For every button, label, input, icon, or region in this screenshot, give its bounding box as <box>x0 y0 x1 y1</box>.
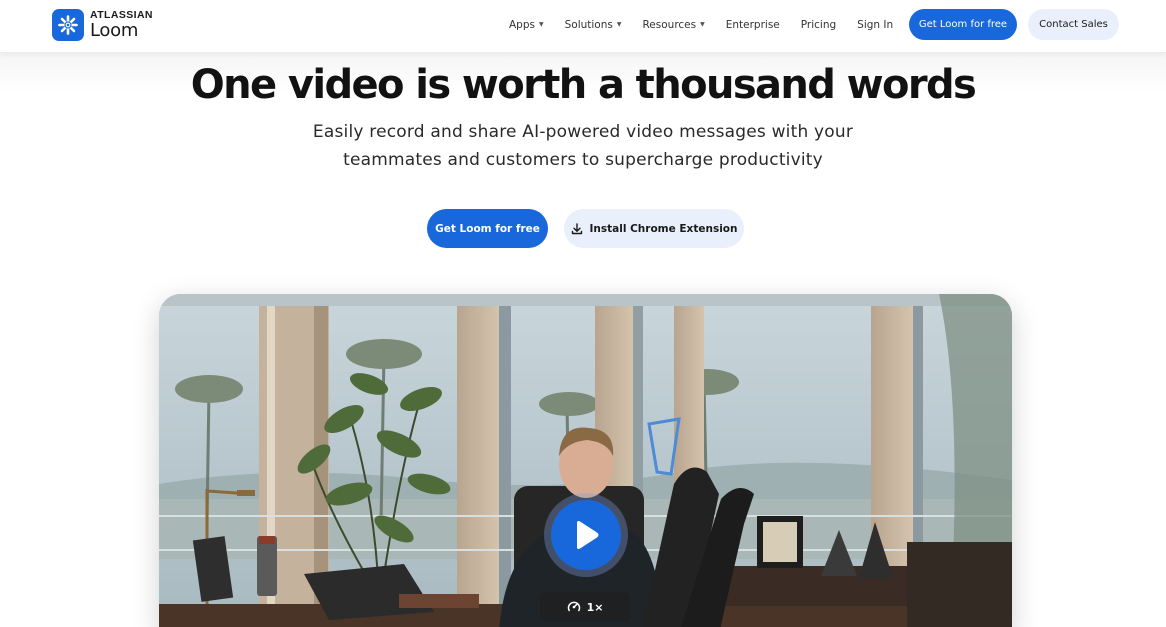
play-button[interactable] <box>544 493 628 577</box>
loom-starburst-icon <box>52 9 84 41</box>
download-icon <box>571 222 582 234</box>
playback-speed-value: 1× <box>586 600 604 614</box>
playback-speed-button[interactable]: 1× <box>540 592 630 622</box>
main-nav: Apps ▼ Solutions ▼ Resources ▼ Enterpris… <box>509 0 914 49</box>
nav-solutions[interactable]: Solutions ▼ <box>565 19 622 31</box>
hero-subtitle-line-1: Easily record and share AI-powered video… <box>312 122 854 142</box>
hero-title: One video is worth a thousand words <box>190 62 977 108</box>
install-chrome-extension-button[interactable]: Install Chrome Extension <box>564 209 744 248</box>
nav-apps[interactable]: Apps ▼ <box>509 19 544 31</box>
video-thumbnail <box>159 294 1012 627</box>
nav-apps-label: Apps <box>509 18 535 31</box>
get-loom-free-button[interactable]: Get Loom for free <box>909 9 1017 40</box>
logo-product: Loom <box>90 19 139 41</box>
nav-resources-label: Resources <box>642 18 697 31</box>
nav-solutions-label: Solutions <box>564 18 613 31</box>
demo-video[interactable]: 1× <box>159 294 1012 627</box>
nav-sign-in[interactable]: Sign In <box>857 19 893 31</box>
caret-down-icon: ▼ <box>700 21 705 28</box>
nav-pricing[interactable]: Pricing <box>801 19 836 31</box>
logo-text: ATLASSIAN Loom <box>90 10 153 40</box>
caret-down-icon: ▼ <box>616 21 622 28</box>
hero-subtitle-line-2: teammates and customers to supercharge p… <box>343 150 823 170</box>
playback-speed-icon <box>567 601 580 612</box>
caret-down-icon: ▼ <box>538 21 544 28</box>
hero-subtitle: Easily record and share AI-powered video… <box>0 118 1166 174</box>
atlassian-loom-logo[interactable]: ATLASSIAN Loom <box>52 9 153 41</box>
nav-resources[interactable]: Resources ▼ <box>642 19 704 31</box>
play-icon <box>551 500 621 570</box>
site-header: ATLASSIAN Loom Apps ▼ Solutions ▼ Resour… <box>0 0 1166 53</box>
hero-get-loom-free-button[interactable]: Get Loom for free <box>427 209 548 248</box>
nav-enterprise[interactable]: Enterprise <box>726 19 780 31</box>
contact-sales-button[interactable]: Contact Sales <box>1028 9 1119 40</box>
install-chrome-extension-label: Install Chrome Extension <box>589 222 738 235</box>
